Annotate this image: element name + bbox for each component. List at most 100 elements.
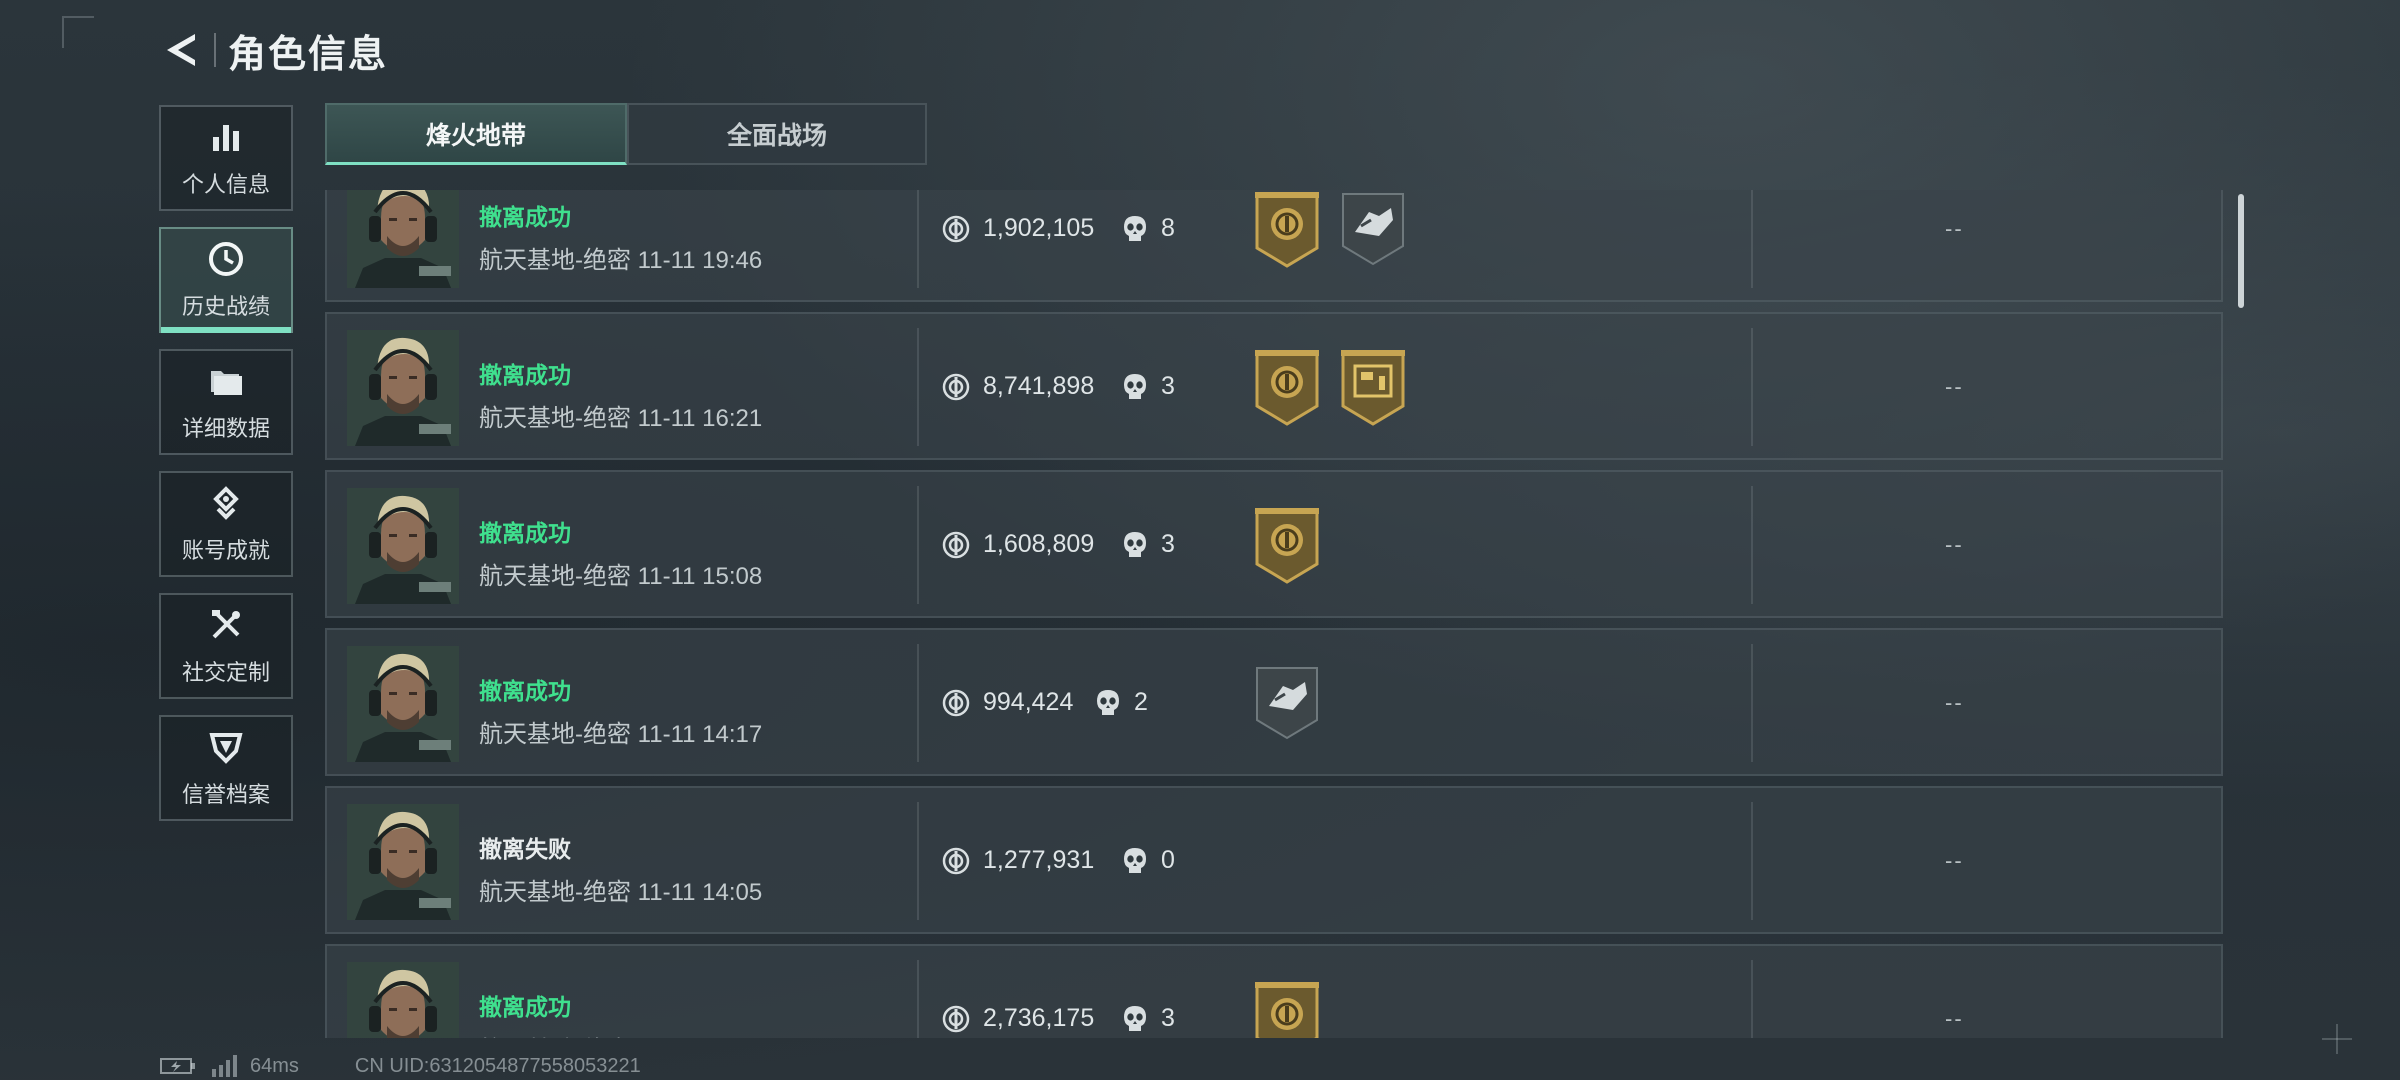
column-divider: [1751, 960, 1753, 1038]
corner-plus-decoration: [2322, 1024, 2352, 1054]
match-time: 11-11 19:46: [637, 247, 763, 274]
match-time: 11-11 16:21: [637, 405, 763, 432]
operator-avatar: [347, 190, 459, 288]
corner-decoration: [62, 16, 94, 48]
kill-count: 3: [1161, 1004, 1175, 1032]
map-and-time: 航天基地-绝密 11-11 19:46: [479, 240, 762, 275]
column-divider: [917, 190, 919, 288]
gold-box-badge[interactable]: [1339, 348, 1407, 428]
sidebar-item-label: 个人信息: [181, 172, 270, 197]
gold-emblem-badge[interactable]: [1253, 980, 1321, 1038]
skull-icon: [1094, 688, 1122, 718]
map-and-time: 航天基地-绝密 11-11 14:17: [479, 714, 762, 749]
gold-emblem-badge[interactable]: [1253, 348, 1321, 428]
mode-tabs: 烽火地带 全面战场: [325, 103, 927, 165]
sidebar-item-reputation[interactable]: 信誉档案: [159, 715, 293, 821]
operator-avatar: [347, 804, 459, 920]
tools-icon: [212, 610, 240, 639]
sidebar-item-achievements[interactable]: 账号成就: [159, 471, 293, 577]
extraction-status: 撤离成功: [479, 362, 571, 388]
extra-info-placeholder: --: [1945, 1006, 1964, 1031]
sidebar-item-label: 详细数据: [181, 416, 270, 441]
list-scrollbar[interactable]: [2238, 194, 2244, 308]
skull-icon: [1121, 214, 1149, 244]
kill-count: 3: [1161, 530, 1175, 558]
column-divider: [1751, 486, 1753, 604]
folder-icon: [211, 371, 242, 395]
tab-full-battlefield[interactable]: 全面战场: [627, 103, 927, 165]
sidebar-item-match-history[interactable]: 历史战绩: [159, 227, 293, 333]
back-arrow-icon: [167, 34, 195, 66]
match-rows: 撤离成功 航天基地-绝密 11-11 19:46 1,902,105 8 -- 撤离成功航…: [325, 190, 2225, 1038]
tab-hazard-zone[interactable]: 烽火地带: [325, 103, 627, 165]
extra-info-placeholder: --: [1945, 848, 1964, 873]
signal-icon: [212, 1055, 237, 1077]
match-record-row[interactable]: 撤离失败 航天基地-绝密 11-11 14:05 1,277,931 0 --: [325, 786, 2223, 934]
loot-value: 1,902,105: [983, 214, 1095, 242]
column-divider: [917, 328, 919, 446]
match-record-row[interactable]: 撤离成功 航天基地-绝密 11-11 19:46 1,902,105 8 --: [325, 190, 2223, 302]
uid-text: CN UID:6312054877558053221: [354, 1054, 641, 1077]
operator-avatar: [347, 646, 459, 762]
column-divider: [1751, 190, 1753, 288]
match-time: 11-11 15:08: [637, 563, 763, 590]
clock-icon: [209, 242, 243, 276]
match-record-row[interactable]: 撤离成功 航天基地-绝密 11-11 14:17 994,424 2 --: [325, 628, 2223, 776]
map-name: 航天基地-绝密: [479, 879, 631, 906]
extra-info-placeholder: --: [1945, 374, 1964, 399]
operator-avatar: [347, 962, 459, 1038]
currency-icon: [941, 846, 971, 876]
page-header: 角色信息: [158, 22, 388, 78]
match-record-row[interactable]: 撤离成功航天基地-绝密 11-11 11:07 2,736,175 3 --: [325, 944, 2223, 1038]
gold-emblem-badge[interactable]: [1253, 190, 1321, 270]
loot-value: 994,424: [983, 688, 1074, 716]
currency-icon: [941, 214, 971, 244]
gray-item-badge[interactable]: [1339, 190, 1407, 270]
map-name: 航天基地-绝密: [479, 721, 631, 748]
kill-count: 3: [1161, 372, 1175, 400]
kill-count: 8: [1161, 214, 1175, 242]
map-name: 航天基地-绝密: [479, 1037, 631, 1038]
column-divider: [917, 960, 919, 1038]
battery-icon: [160, 1058, 195, 1074]
extra-info-placeholder: --: [1945, 690, 1964, 715]
sidebar-item-social-custom[interactable]: 社交定制: [159, 593, 293, 699]
ping-text: 64ms: [250, 1054, 299, 1077]
match-time: 11-11 11:07: [638, 1037, 761, 1038]
match-history-list[interactable]: 撤离成功 航天基地-绝密 11-11 19:46 1,902,105 8 -- 撤离成功航…: [325, 190, 2225, 1038]
extraction-status: 撤离成功: [479, 520, 571, 546]
header-separator: [214, 33, 216, 67]
currency-icon: [941, 372, 971, 402]
map-name: 航天基地-绝密: [479, 563, 631, 590]
sidebar-item-label: 社交定制: [181, 660, 270, 685]
gray-item-badge[interactable]: [1253, 664, 1321, 744]
map-and-time: 航天基地-绝密 11-11 14:05: [479, 872, 762, 907]
sidebar-item-label: 历史战绩: [181, 294, 270, 319]
sidebar-item-personal-info[interactable]: 个人信息: [159, 105, 293, 211]
column-divider: [917, 802, 919, 920]
page-title: 角色信息: [228, 33, 389, 76]
sidebar-item-detailed-data[interactable]: 详细数据: [159, 349, 293, 455]
gold-emblem-badge[interactable]: [1253, 506, 1321, 586]
skull-icon: [1121, 1004, 1149, 1034]
currency-icon: [941, 530, 971, 560]
extraction-status: 撤离成功: [479, 994, 571, 1020]
status-bar: 64ms CN UID:6312054877558053221: [160, 1054, 641, 1078]
bar-chart-icon: [213, 125, 239, 151]
skull-icon: [1121, 372, 1149, 402]
currency-icon: [941, 1004, 971, 1034]
back-button[interactable]: [158, 27, 204, 73]
loot-value: 1,608,809: [983, 530, 1095, 558]
sidebar-item-label: 信誉档案: [181, 782, 270, 807]
map-and-time: 航天基地-绝密 11-11 16:21: [479, 398, 762, 433]
column-divider: [917, 644, 919, 762]
column-divider: [917, 486, 919, 604]
loot-value: 1,277,931: [983, 846, 1095, 874]
shield-icon: [209, 733, 243, 764]
operator-avatar: [347, 488, 459, 604]
match-record-row[interactable]: 撤离成功 航天基地-绝密 11-11 16:21 8,741,898 3 --: [325, 312, 2223, 460]
operator-avatar: [347, 330, 459, 446]
match-record-row[interactable]: 撤离成功 航天基地-绝密 11-11 15:08 1,608,809 3 --: [325, 470, 2223, 618]
map-name: 航天基地-绝密: [479, 405, 631, 432]
match-time: 11-11 14:05: [637, 879, 763, 906]
